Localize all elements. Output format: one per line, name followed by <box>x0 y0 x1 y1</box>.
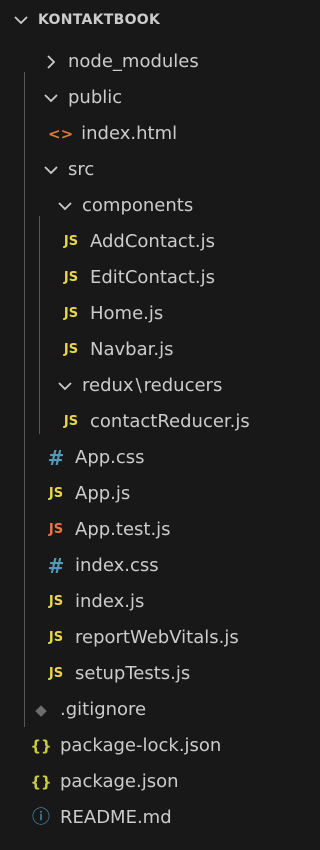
tree-folder-components[interactable]: components <box>0 188 320 224</box>
js-file-icon: JS <box>63 342 79 357</box>
tree-file-package-lock-json[interactable]: {} package-lock.json <box>0 728 320 764</box>
tree-item-label: index.html <box>81 123 178 144</box>
tree-file-index-html[interactable]: <> index.html <box>0 116 320 152</box>
info-file-icon: ⓘ <box>32 807 50 828</box>
tree-item-label: App.test.js <box>75 519 171 540</box>
tree-item-label: contactReducer.js <box>90 411 250 432</box>
js-file-icon: JS <box>63 234 79 249</box>
tree-folder-node-modules[interactable]: node_modules <box>0 44 320 80</box>
tree-folder-redux-reducers[interactable]: redux \ reducers <box>0 368 320 404</box>
tree-file-setuptests-js[interactable]: JS setupTests.js <box>0 656 320 692</box>
tree-item-label: src <box>68 159 95 180</box>
tree-file-app-js[interactable]: JS App.js <box>0 476 320 512</box>
tree-item-label: Home.js <box>90 303 164 324</box>
tree-file-index-css[interactable]: # index.css <box>0 548 320 584</box>
json-file-icon: {} <box>30 773 52 791</box>
tree-item-label: redux <box>82 375 134 396</box>
tree-item-label: AddContact.js <box>90 231 215 252</box>
chevron-down-icon <box>40 87 62 109</box>
tree-file-contactreducer-js[interactable]: JS contactReducer.js <box>0 404 320 440</box>
js-test-file-icon: JS <box>48 522 64 537</box>
json-file-icon: {} <box>30 737 52 755</box>
tree-file-editcontact-js[interactable]: JS EditContact.js <box>0 260 320 296</box>
html-file-icon: <> <box>48 125 74 143</box>
tree-item-label: README.md <box>60 807 172 828</box>
tree-file-index-js[interactable]: JS index.js <box>0 584 320 620</box>
explorer-root-folder[interactable]: KONTAKTBOOK <box>0 2 305 38</box>
chevron-down-icon <box>54 375 76 397</box>
tree-item-label: index.css <box>75 555 159 576</box>
tree-item-label: Navbar.js <box>90 339 174 360</box>
css-file-icon: # <box>47 554 65 578</box>
tree-folder-public[interactable]: public <box>0 80 320 116</box>
js-file-icon: JS <box>48 594 64 609</box>
js-file-icon: JS <box>48 486 64 501</box>
tree-item-label: setupTests.js <box>75 663 191 684</box>
tree-file-gitignore[interactable]: ◆ .gitignore <box>0 692 320 728</box>
tree-item-label: index.js <box>75 591 145 612</box>
git-file-icon: ◆ <box>35 701 47 719</box>
js-file-icon: JS <box>63 414 79 429</box>
tree-item-label: node_modules <box>68 51 199 72</box>
tree-folder-src[interactable]: src <box>0 152 320 188</box>
tree-item-label: public <box>68 87 123 108</box>
js-file-icon: JS <box>63 306 79 321</box>
tree-file-app-test-js[interactable]: JS App.test.js <box>0 512 320 548</box>
tree-item-label: components <box>82 195 194 216</box>
css-file-icon: # <box>47 446 65 470</box>
tree-file-reportwebvitals-js[interactable]: JS reportWebVitals.js <box>0 620 320 656</box>
tree-item-label: App.js <box>75 483 131 504</box>
tree-item-label: reportWebVitals.js <box>75 627 239 648</box>
tree-item-label: package-lock.json <box>60 735 222 756</box>
file-explorer: KONTAKTBOOK node_modules public <> index… <box>0 0 295 850</box>
js-file-icon: JS <box>63 270 79 285</box>
tree-item-label: EditContact.js <box>90 267 215 288</box>
js-file-icon: JS <box>48 666 64 681</box>
path-separator: \ <box>135 375 142 396</box>
tree-item-label: App.css <box>75 447 145 468</box>
chevron-down-icon <box>40 159 62 181</box>
tree-file-addcontact-js[interactable]: JS AddContact.js <box>0 224 320 260</box>
tree-file-readme-md[interactable]: ⓘ README.md <box>0 800 320 836</box>
chevron-down-icon <box>54 195 76 217</box>
tree-item-label: package.json <box>60 771 179 792</box>
chevron-right-icon <box>40 51 62 73</box>
tree-file-home-js[interactable]: JS Home.js <box>0 296 320 332</box>
explorer-root-label: KONTAKTBOOK <box>38 12 161 28</box>
tree-file-navbar-js[interactable]: JS Navbar.js <box>0 332 320 368</box>
chevron-down-icon <box>10 9 32 31</box>
js-file-icon: JS <box>48 630 64 645</box>
tree-file-package-json[interactable]: {} package.json <box>0 764 320 800</box>
tree-item-label-compact: reducers <box>143 375 223 396</box>
tree-item-label: .gitignore <box>60 699 147 720</box>
tree-file-app-css[interactable]: # App.css <box>0 440 320 476</box>
